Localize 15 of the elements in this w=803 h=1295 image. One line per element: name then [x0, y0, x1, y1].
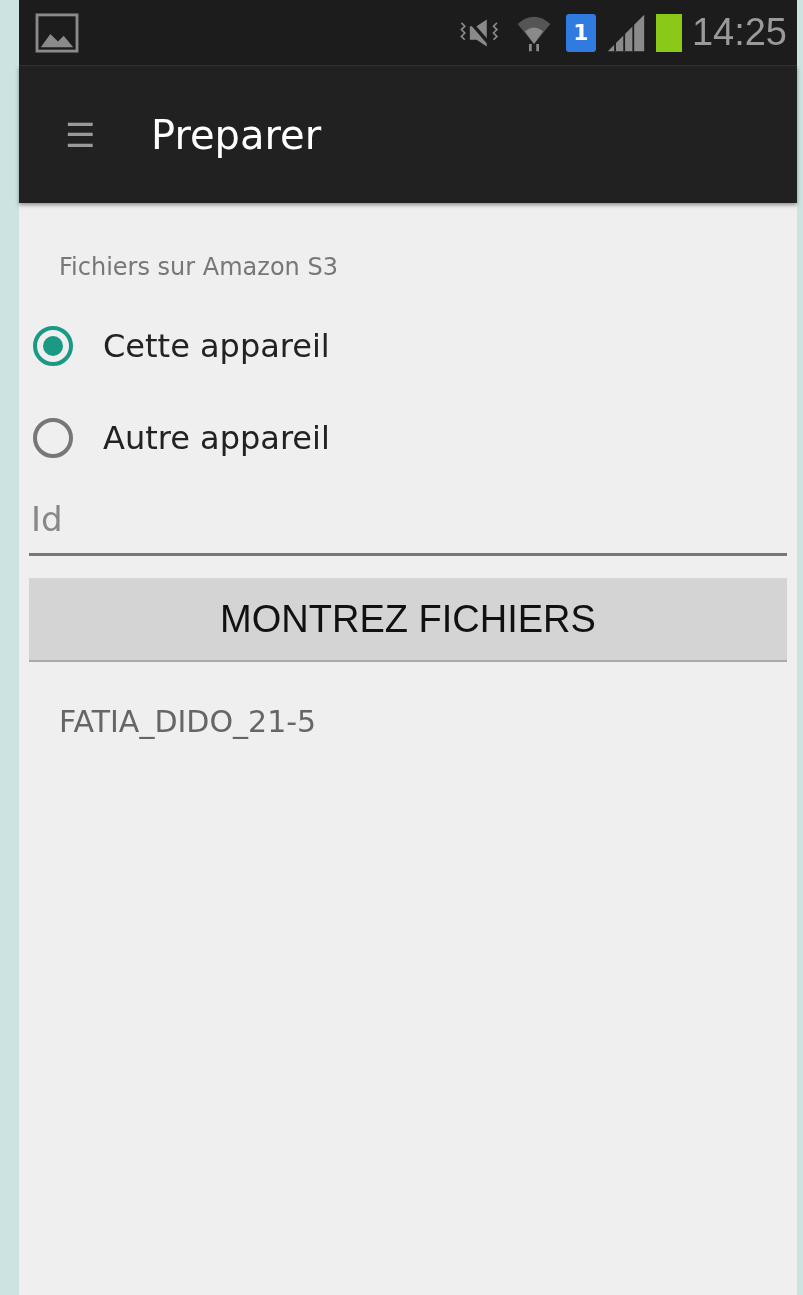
section-label: Fichiers sur Amazon S3 [59, 253, 339, 281]
app-title: Preparer [151, 111, 322, 158]
option-label[interactable]: Cette appareil [103, 327, 330, 365]
sim-icon: 1 [565, 13, 596, 52]
radio-button[interactable] [33, 326, 73, 366]
picture-notification-icon [35, 12, 79, 53]
clock-time: 14:25 [691, 11, 787, 54]
menu-button[interactable]: ☰ [59, 114, 101, 155]
show-files-button[interactable]: MONTREZ FICHIERS [29, 578, 787, 662]
file-item[interactable]: FATIA_DIDO_21-5 [59, 704, 787, 739]
id-input-field[interactable]: Id [29, 487, 787, 556]
option-label[interactable]: Autre appareil [103, 419, 330, 457]
radio-button[interactable] [33, 418, 73, 458]
signal-icon [605, 12, 646, 53]
battery-icon [655, 13, 682, 52]
